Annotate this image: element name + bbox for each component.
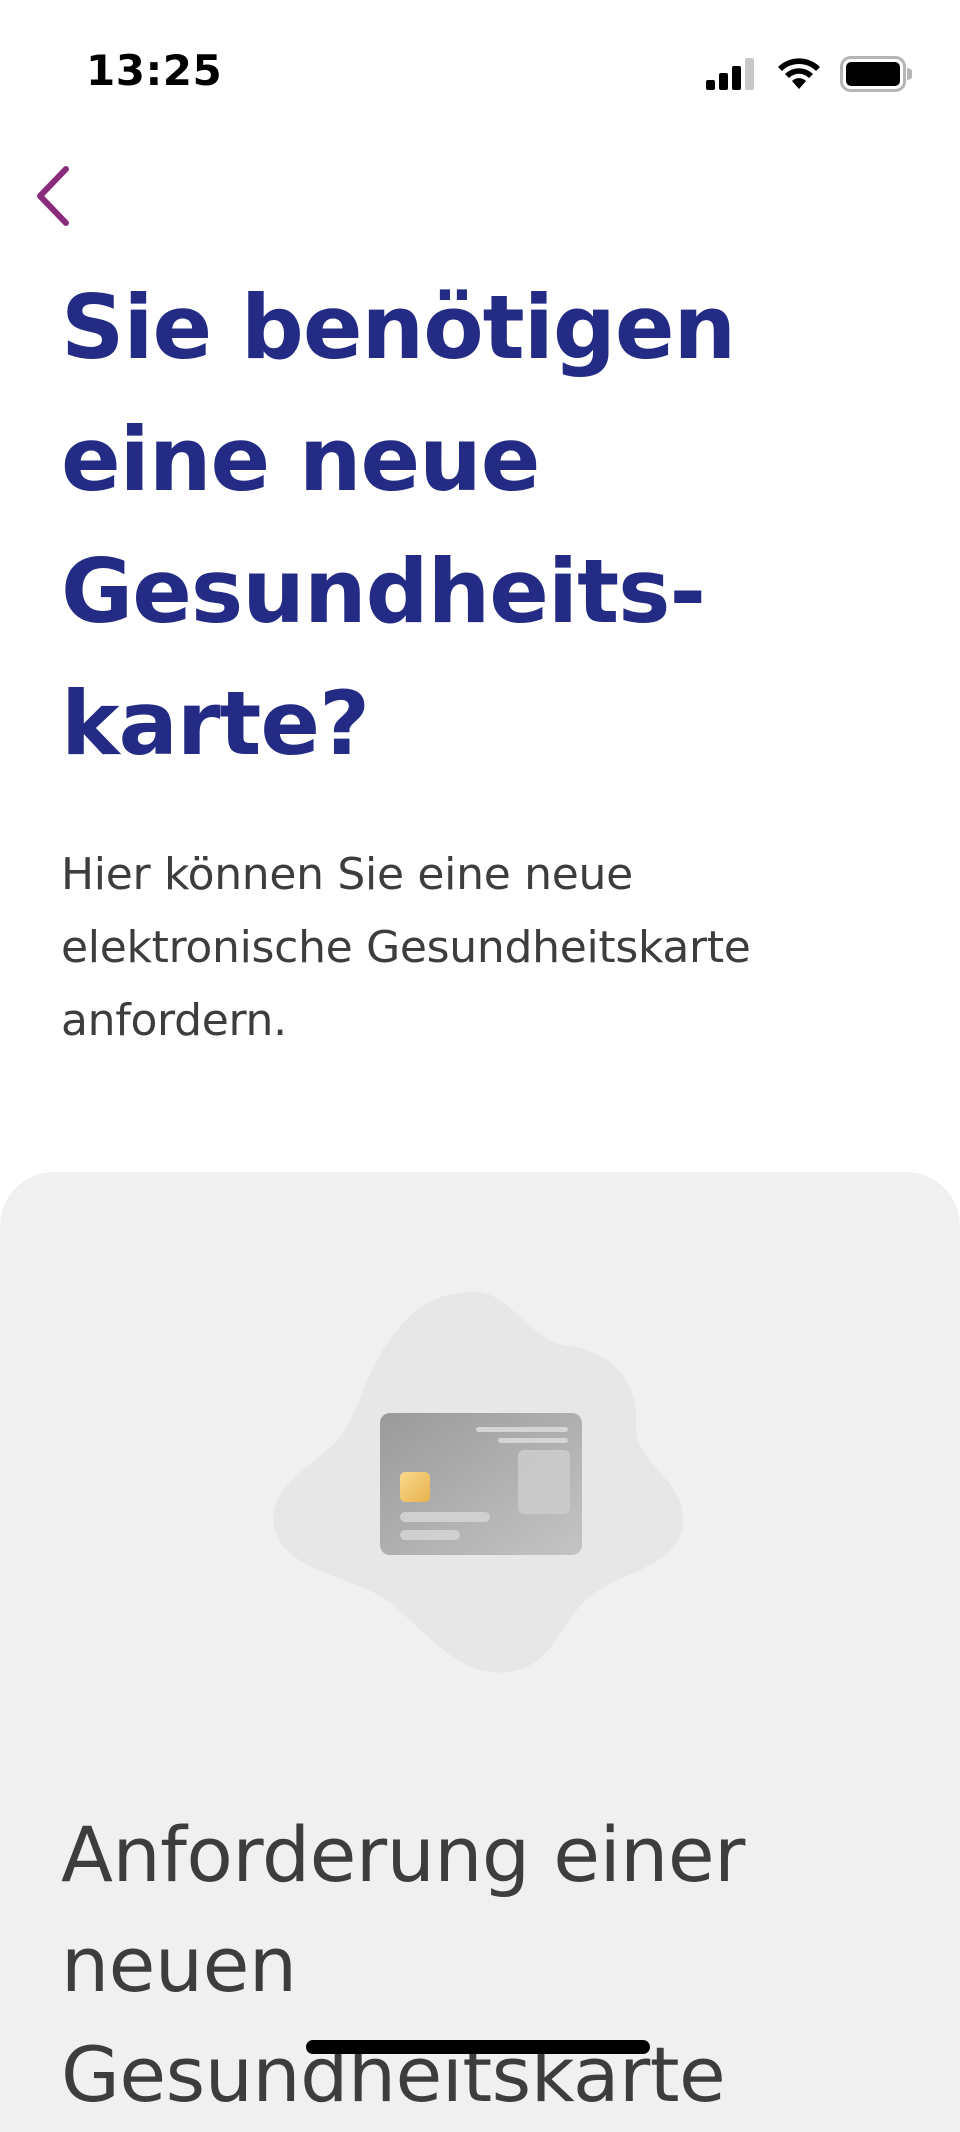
health-card-icon [273,1291,684,1673]
page-intro-text: Hier können Sie eine neue elektronische … [61,849,751,1046]
status-icons [706,56,912,92]
chevron-left-icon [37,166,69,226]
battery-icon [840,56,912,92]
panel-title: Anforderung einer neuen Gesundheitskarte [61,1810,745,2119]
wifi-icon [778,58,820,89]
back-button[interactable] [18,158,88,234]
status-bar: 13:25 [0,0,960,150]
page-title: Sie benötigen eine neue Gesundheits-kart… [61,276,736,775]
status-time: 13:25 [86,46,223,95]
signal-icon [706,58,754,90]
home-indicator [306,2040,650,2054]
